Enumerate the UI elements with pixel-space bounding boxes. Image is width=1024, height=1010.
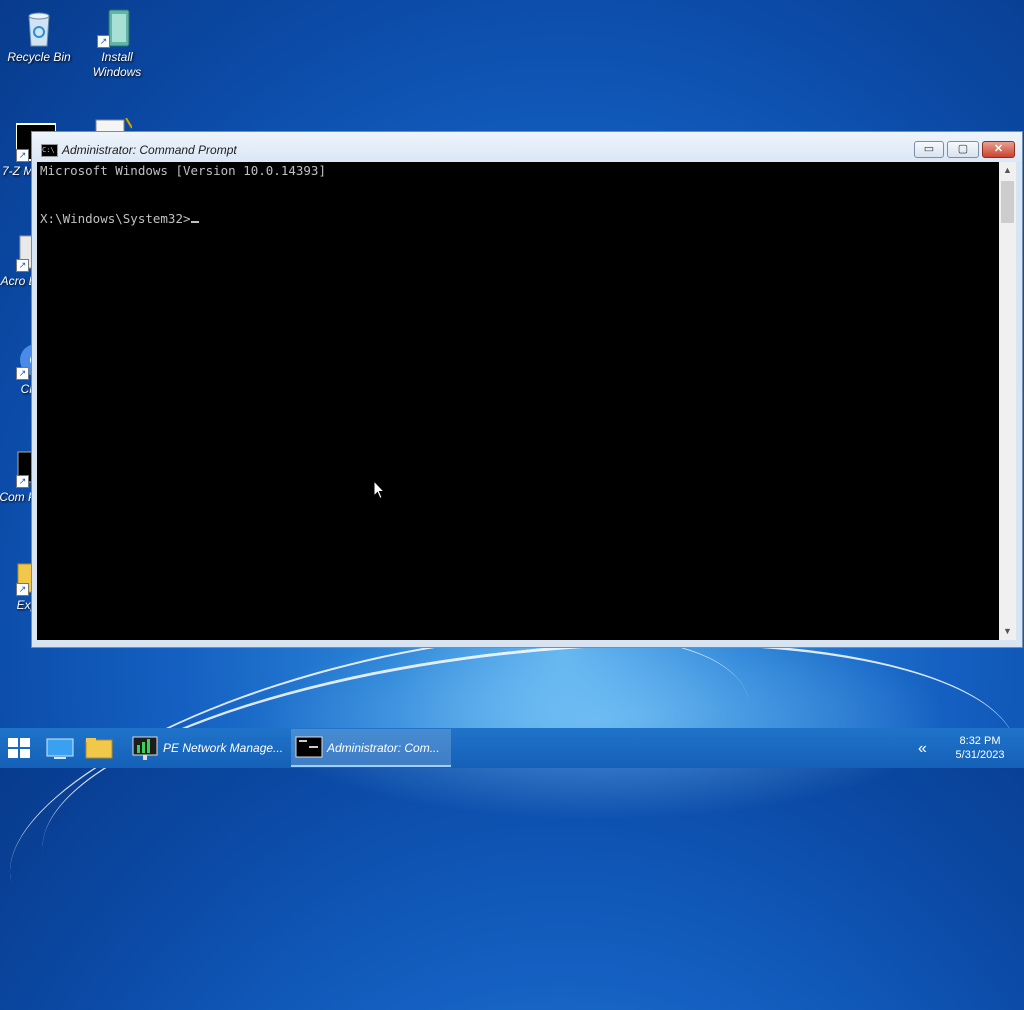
wallpaper-streak bbox=[26, 599, 1024, 1004]
window-titlebar[interactable]: C:\ Administrator: Command Prompt ▭ ▢ ✕ bbox=[32, 132, 1022, 162]
maximize-button[interactable]: ▢ bbox=[947, 141, 979, 158]
taskbar-pinned-screen[interactable] bbox=[42, 728, 78, 768]
mouse-pointer-icon bbox=[373, 480, 385, 500]
maximize-icon: ▢ bbox=[957, 143, 969, 155]
clock-date: 5/31/2023 bbox=[955, 749, 1005, 761]
notepad-icon bbox=[92, 118, 132, 132]
minimize-icon: ▭ bbox=[923, 143, 935, 155]
minimize-button[interactable]: ▭ bbox=[914, 141, 944, 158]
install-windows-icon: ↗ bbox=[97, 8, 137, 48]
clock-time: 8:32 PM bbox=[959, 735, 1001, 747]
monitor-icon bbox=[46, 738, 74, 759]
command-prompt-icon bbox=[295, 736, 323, 758]
shortcut-arrow-icon: ↗ bbox=[16, 367, 29, 380]
console-prompt-line: X:\Windows\System32> bbox=[40, 211, 199, 226]
scroll-up-arrow-icon[interactable]: ▲ bbox=[999, 162, 1016, 179]
task-label: PE Network Manage... bbox=[163, 741, 284, 755]
shortcut-arrow-icon: ↗ bbox=[16, 475, 29, 488]
folder-icon bbox=[85, 738, 113, 759]
console-output[interactable]: Microsoft Windows [Version 10.0.14393] X… bbox=[37, 162, 999, 640]
taskbar: PE Network Manage... Administrator: Com.… bbox=[0, 728, 1024, 768]
command-prompt-window[interactable]: C:\ Administrator: Command Prompt ▭ ▢ ✕ … bbox=[31, 131, 1023, 648]
desktop-icon-install-windows[interactable]: ↗ Install Windows bbox=[82, 8, 152, 80]
shortcut-arrow-icon: ↗ bbox=[16, 259, 29, 272]
show-hidden-icons-chevron-icon[interactable]: « bbox=[918, 740, 927, 758]
desktop-icon-recycle-bin[interactable]: Recycle Bin bbox=[4, 8, 74, 65]
task-label: Administrator: Com... bbox=[327, 741, 440, 755]
window-title: Administrator: Command Prompt bbox=[62, 143, 237, 157]
recycle-bin-icon bbox=[19, 8, 59, 48]
console-app-icon: C:\ bbox=[41, 144, 58, 157]
desktop-icon-label: Install Windows bbox=[92, 50, 142, 79]
taskbar-task-command-prompt[interactable]: Administrator: Com... bbox=[291, 729, 451, 767]
console-prompt: X:\Windows\System32> bbox=[40, 211, 191, 226]
close-button[interactable]: ✕ bbox=[982, 141, 1015, 158]
shortcut-arrow-icon: ↗ bbox=[16, 149, 29, 162]
windows-logo-icon bbox=[8, 738, 30, 758]
wallpaper-glow bbox=[250, 620, 950, 820]
taskbar-task-pe-network-manager[interactable]: PE Network Manage... bbox=[127, 729, 287, 767]
taskbar-clock[interactable]: 8:32 PM 5/31/2023 bbox=[940, 734, 1020, 762]
scrollbar-thumb[interactable] bbox=[1001, 181, 1014, 223]
text-cursor bbox=[190, 221, 199, 223]
start-button[interactable] bbox=[0, 728, 38, 768]
console-line: Microsoft Windows [Version 10.0.14393] bbox=[40, 163, 326, 178]
network-manager-icon bbox=[132, 736, 158, 760]
scroll-down-arrow-icon[interactable]: ▼ bbox=[999, 623, 1016, 640]
taskbar-pinned-explorer[interactable] bbox=[81, 728, 117, 768]
shortcut-arrow-icon: ↗ bbox=[97, 35, 110, 48]
vertical-scrollbar[interactable]: ▲ ▼ bbox=[999, 162, 1016, 640]
desktop-icon-label: Recycle Bin bbox=[7, 50, 71, 64]
shortcut-arrow-icon: ↗ bbox=[16, 583, 29, 596]
close-icon: ✕ bbox=[993, 143, 1004, 155]
